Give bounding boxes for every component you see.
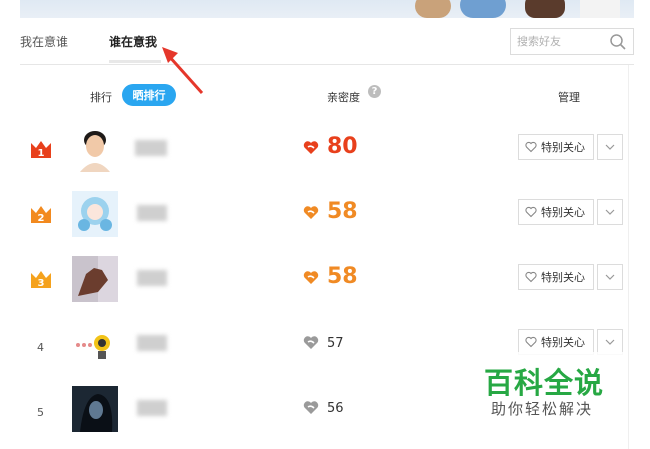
tab-divider (20, 64, 634, 65)
avatar[interactable] (72, 191, 118, 237)
chevron-down-icon (605, 274, 615, 280)
watermark-title: 百科全说 (484, 366, 605, 400)
blurred-nickname (137, 205, 167, 221)
top-banner-image (20, 0, 634, 18)
intimacy-score: 57 (327, 336, 344, 351)
rank-number: 1 (38, 148, 45, 159)
rank-number: 3 (38, 278, 45, 289)
avatar[interactable] (72, 256, 118, 302)
special-care-button[interactable]: 特别关心 (518, 264, 594, 290)
special-care-button[interactable]: 特别关心 (518, 199, 594, 225)
tab-who-cares-me[interactable]: 谁在意我 (109, 33, 157, 50)
friend-row: 3 58 特别关心 (0, 256, 650, 316)
chevron-down-icon (605, 209, 615, 215)
rank-number: 2 (38, 213, 45, 224)
friend-row: 1 80 特别关心 (0, 126, 650, 186)
rank-crown-icon: 1 (31, 141, 51, 159)
share-ranking-button[interactable]: 晒排行 (122, 84, 176, 106)
search-input[interactable] (511, 29, 607, 54)
heart-outline-icon (525, 206, 537, 218)
rank-column-label: 排行 (90, 91, 112, 104)
heart-icon (303, 271, 319, 284)
more-options-dropdown[interactable] (597, 264, 623, 290)
heart-outline-icon (525, 336, 537, 348)
heart-outline-icon (525, 271, 537, 283)
chevron-down-icon (605, 144, 615, 150)
heart-icon (303, 401, 319, 414)
heart-icon (303, 141, 319, 154)
special-care-button[interactable]: 特别关心 (518, 134, 594, 160)
rank-crown-icon: 2 (31, 206, 51, 224)
blurred-nickname (137, 400, 167, 416)
blurred-nickname (135, 140, 167, 156)
chevron-down-icon (605, 339, 615, 345)
search-icon[interactable] (609, 33, 627, 51)
heart-icon (303, 206, 319, 219)
intimacy-score: 80 (327, 134, 358, 159)
friend-search-box[interactable] (510, 28, 634, 55)
active-tab-indicator (109, 60, 161, 63)
special-care-label: 特别关心 (541, 206, 585, 219)
avatar[interactable] (72, 126, 118, 172)
rank-crown-icon: 3 (31, 271, 51, 289)
rank-number: 5 (37, 406, 44, 419)
tab-who-i-care[interactable]: 我在意谁 (20, 33, 68, 50)
avatar[interactable] (72, 321, 118, 367)
avatar[interactable] (72, 386, 118, 432)
special-care-label: 特别关心 (541, 141, 585, 154)
more-options-dropdown[interactable] (597, 134, 623, 160)
help-icon[interactable]: ? (368, 85, 381, 98)
more-options-dropdown[interactable] (597, 199, 623, 225)
heart-outline-icon (525, 141, 537, 153)
special-care-label: 特别关心 (541, 271, 585, 284)
heart-icon (303, 336, 319, 349)
intimacy-score: 58 (327, 264, 358, 289)
intimacy-column-label: 亲密度 (327, 91, 360, 104)
friend-row: 2 58 特别关心 (0, 191, 650, 251)
blurred-nickname (137, 270, 167, 286)
special-care-label: 特别关心 (541, 336, 585, 349)
watermark-subtitle: 助你轻松解决 (491, 400, 594, 418)
blurred-nickname (137, 335, 167, 351)
intimacy-score: 56 (327, 401, 344, 416)
intimacy-score: 58 (327, 199, 358, 224)
manage-column-label: 管理 (558, 91, 580, 104)
rank-number: 4 (37, 341, 44, 354)
